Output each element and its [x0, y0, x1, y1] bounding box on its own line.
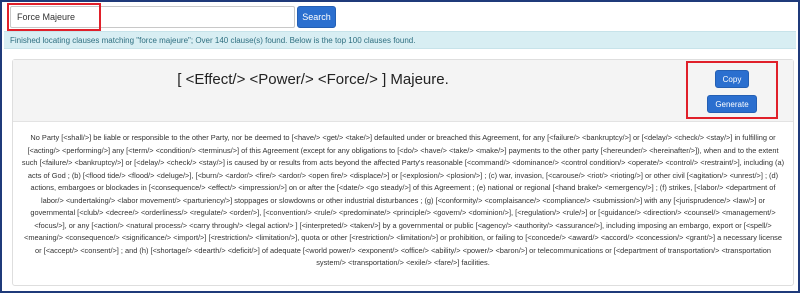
results-info-bar: Finished locating clauses matching "forc… [4, 31, 796, 49]
clause-body-text: No Party [<shall/>] be liable or respons… [21, 133, 785, 267]
search-row: Search [10, 6, 336, 28]
clause-panel: [ <Effect/> <Power/> <Force/> ] Majeure.… [12, 59, 794, 286]
generate-button[interactable]: Generate [707, 95, 757, 113]
search-input[interactable] [10, 6, 295, 28]
clause-title: [ <Effect/> <Power/> <Force/> ] Majeure. [177, 71, 449, 88]
copy-button[interactable]: Copy [715, 70, 749, 88]
clause-panel-header: [ <Effect/> <Power/> <Force/> ] Majeure.… [13, 60, 793, 122]
search-button[interactable]: Search [297, 6, 336, 28]
